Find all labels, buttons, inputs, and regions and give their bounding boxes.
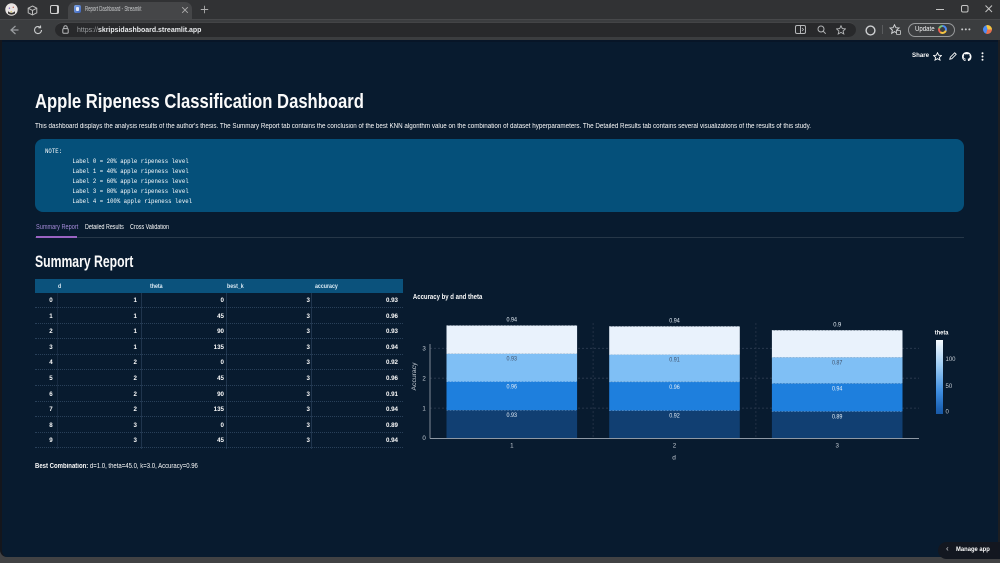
svg-text:0.94: 0.94 (507, 318, 518, 324)
svg-text:50: 50 (946, 384, 953, 390)
svg-text:0.87: 0.87 (832, 360, 843, 366)
svg-text:0.96: 0.96 (669, 385, 680, 391)
svg-text:0.92: 0.92 (669, 413, 680, 419)
svg-text:0.93: 0.93 (507, 357, 518, 363)
svg-text:Accuracy: Accuracy (411, 362, 418, 391)
svg-text:0.93: 0.93 (507, 413, 518, 419)
svg-text:0.94: 0.94 (832, 386, 843, 392)
svg-text:0.89: 0.89 (832, 414, 843, 420)
svg-text:1: 1 (510, 443, 514, 450)
svg-text:2: 2 (673, 443, 677, 450)
svg-text:0.96: 0.96 (507, 384, 518, 390)
svg-text:0.94: 0.94 (669, 318, 680, 324)
svg-text:1: 1 (422, 405, 426, 412)
svg-text:3: 3 (422, 346, 426, 353)
svg-text:d: d (672, 455, 676, 462)
svg-text:0.9: 0.9 (833, 322, 842, 328)
svg-text:2: 2 (422, 375, 426, 382)
svg-text:Accuracy by d and theta: Accuracy by d and theta (413, 292, 483, 301)
svg-text:0.91: 0.91 (669, 358, 680, 364)
svg-text:0: 0 (422, 435, 426, 442)
svg-text:0: 0 (946, 410, 950, 416)
svg-text:3: 3 (835, 443, 839, 450)
svg-text:100: 100 (946, 357, 957, 363)
svg-text:theta: theta (935, 330, 949, 337)
